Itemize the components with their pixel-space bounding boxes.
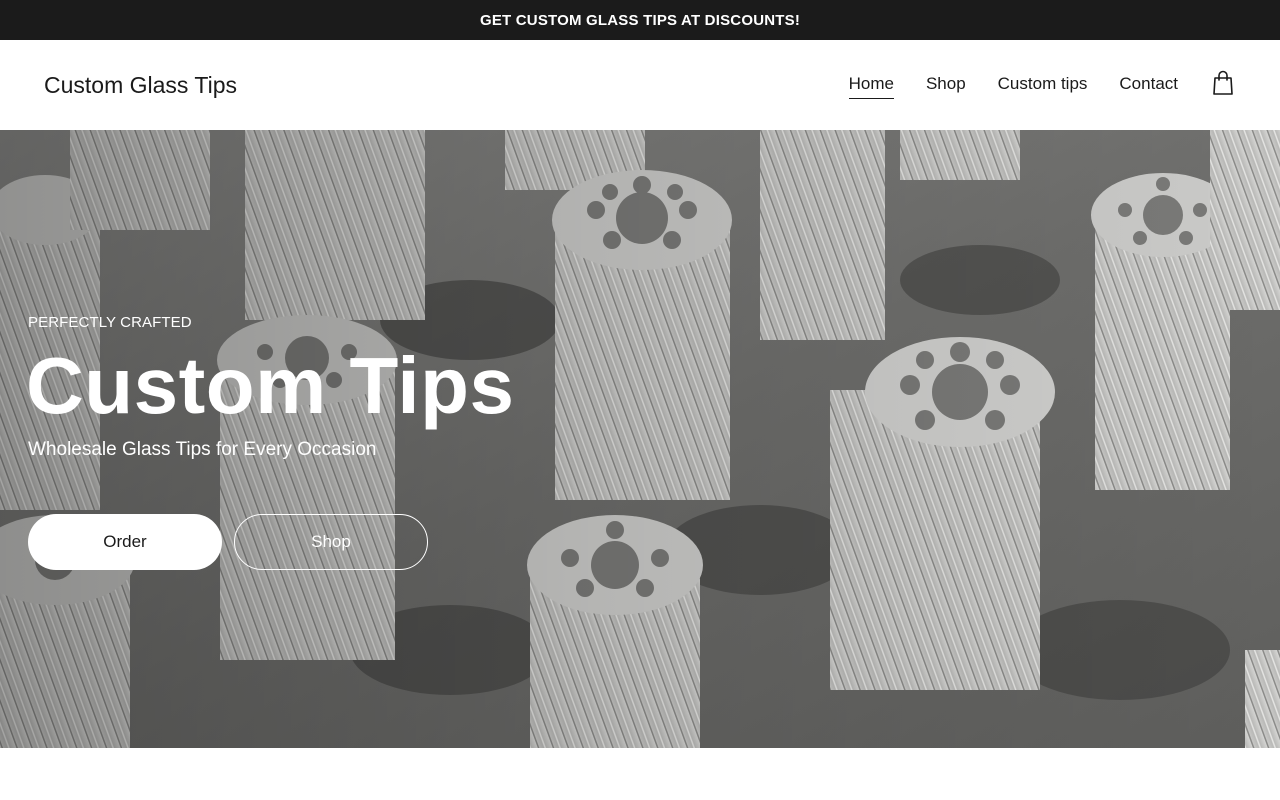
nav-shop[interactable]: Shop — [926, 74, 966, 99]
hero-banner: PERFECTLY CRAFTED Custom Tips Wholesale … — [0, 130, 1280, 748]
nav-contact[interactable]: Contact — [1119, 74, 1178, 99]
announcement-text: GET CUSTOM GLASS TIPS AT DISCOUNTS! — [479, 11, 801, 29]
nav-custom-tips[interactable]: Custom tips — [998, 74, 1088, 99]
order-button[interactable]: Order — [28, 514, 222, 570]
shop-button[interactable]: Shop — [234, 514, 428, 570]
hero-eyebrow: PERFECTLY CRAFTED — [28, 314, 192, 331]
nav-home[interactable]: Home — [848, 74, 894, 99]
site-header: Custom Glass Tips Home Shop Custom tips … — [0, 40, 1280, 130]
announcement-bar: GET CUSTOM GLASS TIPS AT DISCOUNTS! — [0, 0, 1280, 40]
site-logo[interactable]: Custom Glass Tips — [44, 72, 237, 99]
main-nav: Home Shop Custom tips Contact — [848, 74, 1178, 99]
hero-subtitle: Wholesale Glass Tips for Every Occasion — [28, 439, 377, 460]
shopping-bag-icon[interactable] — [1212, 70, 1234, 96]
hero-title: Custom Tips — [26, 341, 515, 430]
